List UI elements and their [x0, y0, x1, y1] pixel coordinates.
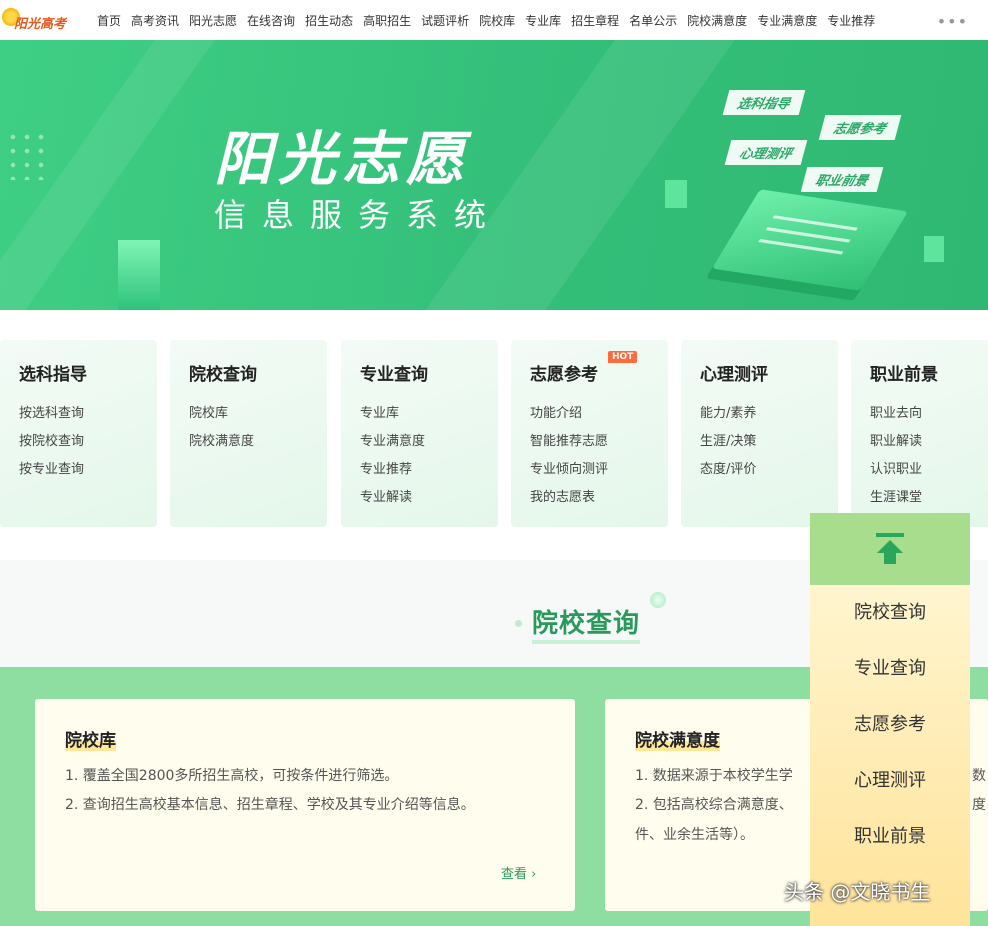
float-item-career[interactable]: 职业前景 [810, 809, 970, 865]
panel-line-cut: 数 [972, 768, 986, 784]
card-link[interactable]: 院校库 [189, 400, 254, 428]
card-volunteer-reference[interactable]: 志愿参考 HOT 功能介绍 智能推荐志愿 专业倾向测评 我的志愿表 [511, 340, 668, 527]
nav-item-vocational[interactable]: 高职招生 [363, 12, 411, 29]
card-link[interactable]: 态度/评价 [700, 456, 756, 484]
card-link[interactable]: 我的志愿表 [530, 484, 608, 512]
card-link[interactable]: 按选科查询 [19, 400, 84, 428]
card-link[interactable]: 认识职业 [870, 456, 922, 484]
nav-item-volunteer[interactable]: 阳光志愿 [189, 12, 237, 29]
top-navigation: 阳光高考 首页 高考资讯 阳光志愿 在线咨询 招生动态 高职招生 试题评析 院校… [0, 0, 988, 41]
card-psych-test[interactable]: 心理测评 能力/素养 生涯/决策 态度/评价 [681, 340, 838, 527]
card-link[interactable]: 智能推荐志愿 [530, 428, 608, 456]
nav-item-news[interactable]: 高考资讯 [131, 12, 179, 29]
panel-title: 院校满意度 [635, 726, 720, 751]
card-title: 心理测评 [700, 365, 768, 385]
card-link[interactable]: 能力/素养 [700, 400, 756, 428]
card-link[interactable]: 功能介绍 [530, 400, 608, 428]
bubble-decoration [515, 620, 522, 627]
feature-cards: 选科指导 按选科查询 按院校查询 按专业查询 院校查询 院校库 院校满意度 专业… [0, 340, 988, 528]
card-link[interactable]: 专业库 [360, 400, 425, 428]
nav-item-major-db[interactable]: 专业库 [525, 12, 561, 29]
card-title: 职业前景 [870, 365, 938, 385]
cube-decoration [924, 236, 944, 262]
watermark: 头条 @文晓书生 [784, 880, 931, 904]
float-item-volunteer[interactable]: 志愿参考 [810, 697, 970, 753]
card-subject-guide[interactable]: 选科指导 按选科查询 按院校查询 按专业查询 [0, 340, 157, 527]
hot-badge: HOT [608, 351, 638, 363]
card-link[interactable]: 按专业查询 [19, 456, 84, 484]
nav-item-school-db[interactable]: 院校库 [479, 12, 515, 29]
card-link[interactable]: 专业倾向测评 [530, 456, 608, 484]
card-link[interactable]: 生涯/决策 [700, 428, 756, 456]
banner-tag: 心理测评 [724, 140, 808, 165]
card-link[interactable]: 按院校查询 [19, 428, 84, 456]
panel-line: 1. 覆盖全国2800多所招生高校，可按条件进行筛选。 [65, 768, 399, 784]
float-item-psych[interactable]: 心理测评 [810, 753, 970, 809]
card-link[interactable]: 专业推荐 [360, 456, 425, 484]
card-link[interactable]: 专业解读 [360, 484, 425, 512]
section-title: 院校查询 [532, 603, 641, 644]
bubble-decoration [650, 592, 666, 608]
back-to-top-button[interactable] [810, 513, 970, 585]
nav-item-charter[interactable]: 招生章程 [571, 12, 619, 29]
card-link[interactable]: 院校满意度 [189, 428, 254, 456]
card-career-outlook[interactable]: 职业前景 职业去向 职业解读 认识职业 生涯课堂 [851, 340, 988, 527]
panel-title: 院校库 [65, 726, 116, 751]
banner-title: 阳光志愿 [214, 125, 471, 193]
card-link[interactable]: 生涯课堂 [870, 484, 922, 512]
nav-item-major-recommend[interactable]: 专业推荐 [827, 12, 875, 29]
card-title: 专业查询 [360, 365, 428, 385]
card-school-search[interactable]: 院校查询 院校库 院校满意度 [170, 340, 327, 527]
banner-subtitle: 信息服务系统 [214, 196, 503, 234]
panel-line: 2. 包括高校综合满意度、 [635, 797, 793, 813]
nav-item-exam-review[interactable]: 试题评析 [421, 12, 469, 29]
nav-item-admission-news[interactable]: 招生动态 [305, 12, 353, 29]
card-title: 院校查询 [189, 365, 257, 385]
site-logo[interactable]: 阳光高考 [2, 6, 82, 34]
view-link[interactable]: 查看 › [501, 863, 536, 882]
float-item-major[interactable]: 专业查询 [810, 641, 970, 697]
more-dots-icon[interactable]: ••• [937, 12, 968, 31]
cube-decoration [665, 180, 687, 208]
nav-item-home[interactable]: 首页 [97, 12, 121, 29]
cube-decoration [118, 240, 160, 310]
panel-school-db: 院校库 1. 覆盖全国2800多所招生高校，可按条件进行筛选。 2. 查询招生高… [35, 699, 575, 911]
back-to-top-icon [876, 533, 904, 564]
card-title: 志愿参考 [530, 365, 598, 385]
card-link[interactable]: 职业解读 [870, 428, 922, 456]
card-major-search[interactable]: 专业查询 专业库 专业满意度 专业推荐 专业解读 [341, 340, 498, 527]
card-link[interactable]: 专业满意度 [360, 428, 425, 456]
float-item-school[interactable]: 院校查询 [810, 585, 970, 641]
banner-tag: 志愿参考 [818, 115, 902, 140]
nav-item-school-satisfaction[interactable]: 院校满意度 [687, 12, 747, 29]
card-title: 选科指导 [19, 365, 87, 385]
nav-item-major-satisfaction[interactable]: 专业满意度 [757, 12, 817, 29]
floating-menu-list: 院校查询 专业查询 志愿参考 心理测评 职业前景 [810, 585, 970, 926]
hero-banner: 阳光志愿 信息服务系统 选科指导 志愿参考 心理测评 职业前景 [0, 40, 988, 310]
platform-illustration [711, 189, 909, 291]
panel-line-cut: 度 [972, 797, 986, 813]
logo-text: 阳光高考 [14, 17, 67, 32]
nav-item-list[interactable]: 名单公示 [629, 12, 677, 29]
floating-side-menu: 院校查询 专业查询 志愿参考 心理测评 职业前景 [810, 513, 970, 926]
nav-item-consult[interactable]: 在线咨询 [247, 12, 295, 29]
panel-line: 件、业余生活等）。 [635, 827, 754, 843]
dot-pattern [6, 130, 50, 180]
banner-tag: 选科指导 [722, 90, 806, 115]
banner-tag: 职业前景 [800, 167, 884, 192]
card-link[interactable]: 职业去向 [870, 400, 922, 428]
panel-line: 2. 查询招生高校基本信息、招生章程、学校及其专业介绍等信息。 [65, 797, 475, 813]
nav-menu: 首页 高考资讯 阳光志愿 在线咨询 招生动态 高职招生 试题评析 院校库 专业库… [92, 0, 880, 40]
banner-stripe [425, 40, 735, 310]
panel-line: 1. 数据来源于本校学生学 [635, 768, 793, 784]
